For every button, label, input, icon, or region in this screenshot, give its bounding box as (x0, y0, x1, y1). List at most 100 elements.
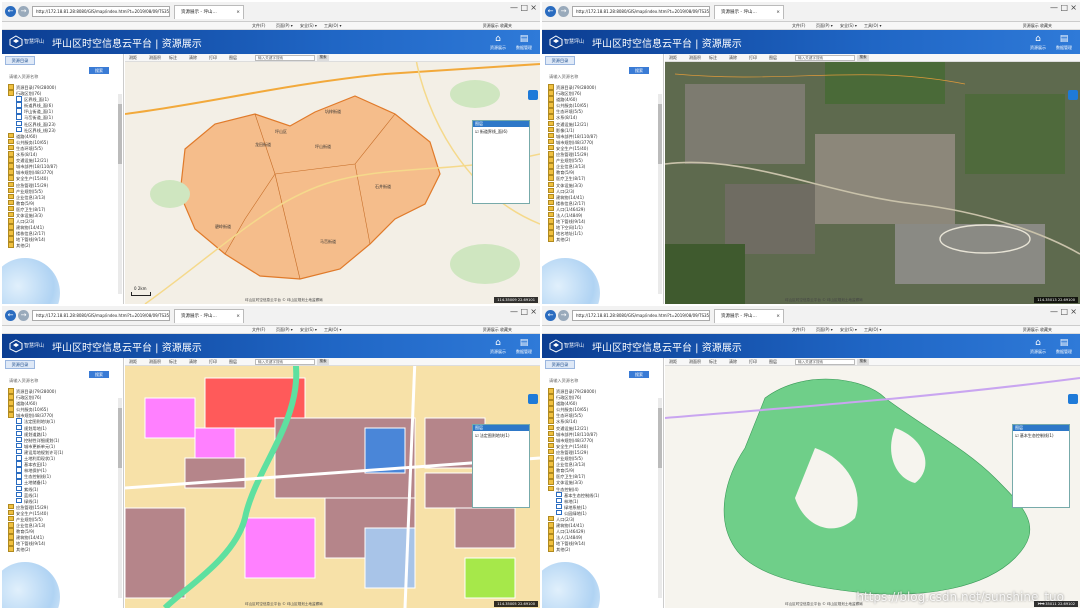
map-tool[interactable]: 打印 (749, 359, 757, 365)
menu-item[interactable]: 文件(F) (252, 327, 265, 333)
map-view[interactable]: 测距 测面积 标注 清除 打印 图层 输入关键字搜索 搜索 图层 ☑ 街道界线_面(6) 坪山街道 龙… (125, 54, 540, 304)
map-search-button[interactable]: 搜索 (317, 359, 329, 365)
maximize-icon[interactable]: □ (1060, 307, 1068, 316)
search-input[interactable]: 请输入资源名称 (547, 74, 643, 82)
menu-item[interactable]: 页面(P) ▾ (816, 327, 833, 333)
close-window-icon[interactable]: × (1070, 3, 1077, 12)
map-search-input[interactable]: 输入关键字搜索 (255, 359, 315, 365)
favorites-bar[interactable]: 资源展示 收藏夹 (483, 327, 512, 333)
layers-icon[interactable] (1068, 90, 1078, 100)
menu-item[interactable]: 安全(S) ▾ (300, 327, 317, 333)
search-input[interactable]: 请输入资源名称 (7, 74, 103, 82)
search-input[interactable]: 请输入资源名称 (7, 378, 103, 386)
resource-display-button[interactable]: ⌂ 资源展示 (1026, 338, 1050, 356)
map-tool[interactable]: 测面积 (689, 359, 701, 365)
search-input[interactable]: 请输入资源名称 (547, 378, 643, 386)
menu-item[interactable]: 文件(F) (252, 23, 265, 29)
maximize-icon[interactable]: □ (1060, 3, 1068, 12)
tree-item[interactable]: 其他(2) (8, 242, 116, 248)
layers-icon[interactable] (1068, 394, 1078, 404)
menu-item[interactable]: 安全(S) ▾ (300, 23, 317, 29)
map-view[interactable]: 测距 测面积 标注 清除 打印 图层 输入关键字搜索 搜索 图层 ☑ 基本生态控制线(1) 114.… (665, 358, 1080, 608)
menu-item[interactable]: 页面(P) ▾ (276, 327, 293, 333)
map-tool[interactable]: 图层 (769, 55, 777, 61)
search-button[interactable]: 搜索 (629, 67, 649, 74)
map-view[interactable]: 测距 测面积 标注 清除 打印 图层 输入关键字搜索 搜索 114.35013 22.69100… (665, 54, 1080, 304)
maximize-icon[interactable]: □ (520, 3, 528, 12)
menu-item[interactable]: 安全(S) ▾ (840, 327, 857, 333)
map-view[interactable]: 测距 测面积 标注 清除 打印 图层 输入关键字搜索 搜索 图层 ☑ 法定图则地块(1) 114.3… (125, 358, 540, 608)
map-tool[interactable]: 清除 (189, 55, 197, 61)
back-button[interactable]: ← (5, 6, 16, 17)
tree-item[interactable]: 其他(2) (548, 236, 656, 242)
tab-resource-catalog[interactable]: 资源目录 (5, 360, 35, 369)
browser-tab[interactable]: 资源展示 - 坪山... × (714, 5, 784, 19)
menu-item[interactable]: 工具(O) ▾ (324, 327, 342, 333)
tab-close-icon[interactable]: × (776, 6, 780, 19)
map-tool[interactable]: 图层 (229, 55, 237, 61)
data-manage-button[interactable]: ▤ 数据管理 (1052, 34, 1076, 52)
map-tool[interactable]: 测距 (129, 55, 137, 61)
tab-close-icon[interactable]: × (236, 310, 240, 323)
forward-button[interactable]: → (18, 310, 29, 321)
map-search-button[interactable]: 搜索 (857, 55, 869, 61)
scrollbar-thumb[interactable] (658, 408, 662, 468)
browser-tab[interactable]: 资源展示 - 坪山... × (174, 309, 244, 323)
scrollbar[interactable] (118, 94, 122, 294)
close-window-icon[interactable]: × (530, 307, 537, 316)
map-tool[interactable]: 打印 (749, 55, 757, 61)
map-tool[interactable]: 测距 (669, 359, 677, 365)
map-search-input[interactable]: 输入关键字搜索 (795, 55, 855, 61)
resource-display-button[interactable]: ⌂ 资源展示 (486, 338, 510, 356)
data-manage-button[interactable]: ▤ 数据管理 (1052, 338, 1076, 356)
map-search-input[interactable]: 输入关键字搜索 (795, 359, 855, 365)
maximize-icon[interactable]: □ (520, 307, 528, 316)
minimize-icon[interactable]: — (1050, 307, 1058, 316)
map-tool[interactable]: 标注 (709, 359, 717, 365)
tab-close-icon[interactable]: × (236, 6, 240, 19)
back-button[interactable]: ← (545, 6, 556, 17)
minimize-icon[interactable]: — (510, 3, 518, 12)
layers-icon[interactable] (528, 90, 538, 100)
map-tool[interactable]: 打印 (209, 55, 217, 61)
minimize-icon[interactable]: — (510, 307, 518, 316)
back-button[interactable]: ← (545, 310, 556, 321)
menu-item[interactable]: 工具(O) ▾ (324, 23, 342, 29)
map-search-button[interactable]: 搜索 (317, 55, 329, 61)
map-tool[interactable]: 标注 (709, 55, 717, 61)
back-button[interactable]: ← (5, 310, 16, 321)
data-manage-button[interactable]: ▤ 数据管理 (512, 34, 536, 52)
favorites-bar[interactable]: 资源展示 收藏夹 (483, 23, 512, 29)
menu-item[interactable]: 安全(S) ▾ (840, 23, 857, 29)
menu-item[interactable]: 工具(O) ▾ (864, 23, 882, 29)
scrollbar-thumb[interactable] (658, 104, 662, 164)
map-search-input[interactable]: 输入关键字搜索 (255, 55, 315, 61)
browser-tab[interactable]: 资源展示 - 坪山... × (174, 5, 244, 19)
address-bar[interactable]: http://172.18.81.28:8080/GIS/map/index.h… (572, 6, 710, 17)
menu-item[interactable]: 工具(O) ▾ (864, 327, 882, 333)
scrollbar-thumb[interactable] (118, 104, 122, 164)
search-button[interactable]: 搜索 (629, 371, 649, 378)
scrollbar-thumb[interactable] (118, 408, 122, 468)
address-bar[interactable]: http://172.18.81.28:8080/GIS/map/index.h… (32, 6, 170, 17)
map-tool[interactable]: 清除 (189, 359, 197, 365)
layer-panel-item[interactable]: ☑ 基本生态控制线(1) (1013, 431, 1069, 441)
scrollbar[interactable] (118, 398, 122, 598)
tab-resource-catalog[interactable]: 资源目录 (5, 56, 35, 65)
tab-resource-catalog[interactable]: 资源目录 (545, 56, 575, 65)
map-tool[interactable]: 图层 (769, 359, 777, 365)
resource-display-button[interactable]: ⌂ 资源展示 (1026, 34, 1050, 52)
address-bar[interactable]: http://172.18.81.28:8080/GIS/map/index.h… (32, 310, 170, 321)
map-tool[interactable]: 图层 (229, 359, 237, 365)
layer-panel-item[interactable]: ☑ 街道界线_面(6) (473, 127, 529, 137)
search-button[interactable]: 搜索 (89, 67, 109, 74)
favorites-bar[interactable]: 资源展示 收藏夹 (1023, 23, 1052, 29)
map-tool[interactable]: 测面积 (689, 55, 701, 61)
scrollbar[interactable] (658, 94, 662, 294)
layer-panel-item[interactable]: ☑ 法定图则地块(1) (473, 431, 529, 441)
resource-display-button[interactable]: ⌂ 资源展示 (486, 34, 510, 52)
layers-icon[interactable] (528, 394, 538, 404)
search-button[interactable]: 搜索 (89, 371, 109, 378)
close-window-icon[interactable]: × (530, 3, 537, 12)
map-tool[interactable]: 标注 (169, 55, 177, 61)
